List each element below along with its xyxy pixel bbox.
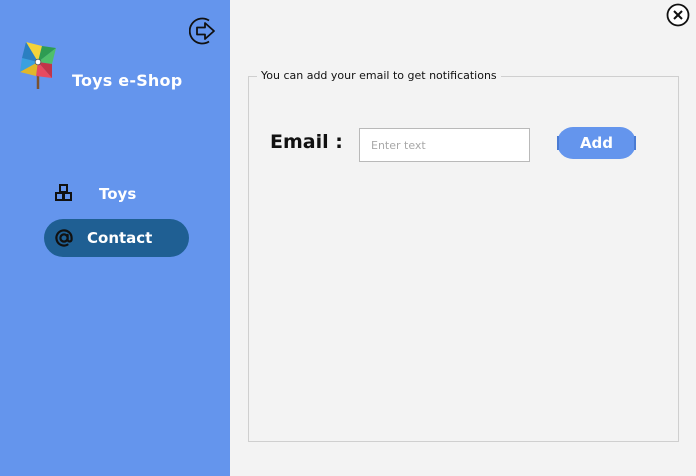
- sidebar-item-toys[interactable]: Toys: [44, 175, 189, 213]
- pinwheel-icon: [20, 42, 56, 89]
- email-label: Email :: [270, 131, 343, 153]
- logout-button[interactable]: [188, 15, 221, 47]
- close-icon: [666, 3, 690, 27]
- sidebar-item-contact[interactable]: Contact: [44, 219, 189, 257]
- at-sign-icon: [55, 229, 73, 247]
- sidebar: Toys e-Shop Toys Contact: [0, 0, 230, 476]
- groupbox-title: You can add your email to get notificati…: [257, 69, 501, 82]
- close-button[interactable]: [666, 3, 690, 27]
- add-button[interactable]: Add: [557, 127, 636, 159]
- logout-arrow-icon: [188, 17, 215, 45]
- sidebar-item-label: Contact: [87, 229, 153, 247]
- blocks-icon: [55, 184, 72, 201]
- sidebar-item-label: Toys: [99, 185, 137, 203]
- email-input[interactable]: [359, 128, 530, 162]
- app-title: Toys e-Shop: [72, 71, 183, 90]
